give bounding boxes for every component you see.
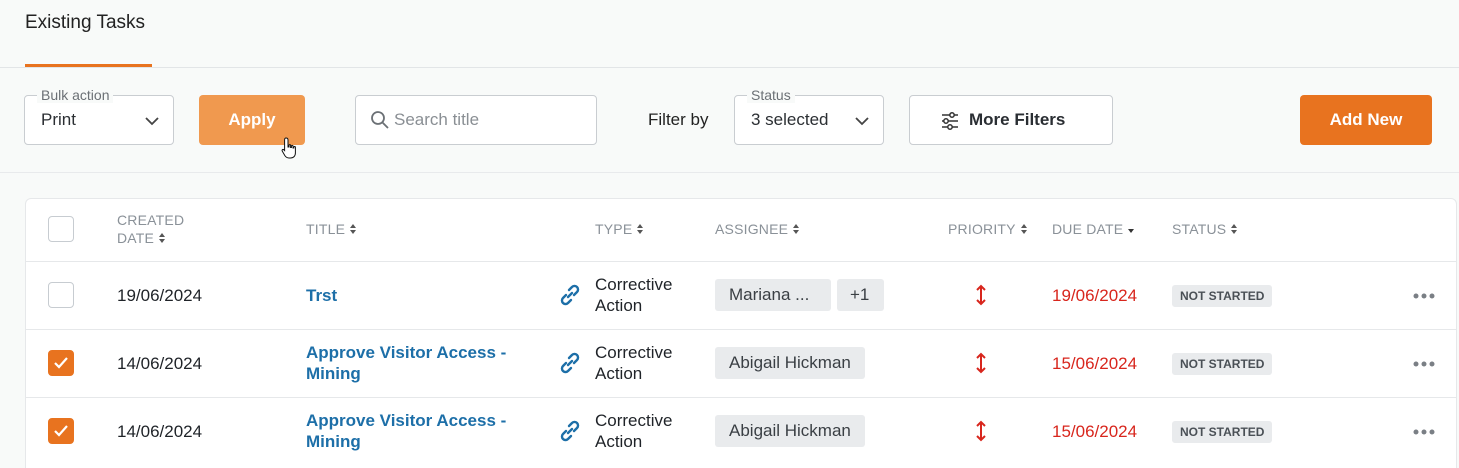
assignee-header-label: ASSIGNEE [715,221,789,237]
link-icon[interactable] [557,282,583,308]
priority-medium-icon [976,284,986,306]
assignee-chip[interactable]: Abigail Hickman [715,347,865,379]
tasks-table: CREATED DATE TITLE TYPE ASSIGNEE PRIORIT… [25,198,1457,468]
status-badge: NOT STARTED [1172,353,1273,375]
search-input[interactable] [394,108,594,132]
status-filter-label: Status [747,87,795,103]
created-date-cell: 19/06/2024 [117,286,203,305]
sort-icon [159,233,166,243]
created-date-cell: 14/06/2024 [117,354,203,373]
link-icon[interactable] [557,418,583,444]
bulk-action-label: Bulk action [37,87,114,103]
due-date-header-label: DUE DATE [1052,221,1124,237]
type-line2: Action [595,364,643,383]
more-options-icon[interactable] [1413,361,1435,367]
bulk-action-value: Print [41,110,76,129]
column-header-type[interactable]: TYPE [595,220,644,238]
tab-bar: Existing Tasks [0,0,1459,68]
select-all-checkbox[interactable] [48,216,74,242]
task-title-line1: Approve Visitor Access - [306,411,507,430]
add-new-button[interactable]: Add New [1300,95,1432,145]
sort-icon [793,224,800,234]
task-title-line2: Mining [306,432,361,451]
link-icon[interactable] [557,350,583,376]
hand-cursor-icon [281,137,296,159]
task-title-line1: Trst [306,286,338,305]
table-row[interactable]: 19/06/2024 Trst Corrective Action Marian… [26,261,1456,329]
priority-medium-icon [976,352,986,374]
type-line2: Action [595,432,643,451]
title-header-label: TITLE [306,221,346,237]
active-tab-indicator [25,64,152,67]
type-cell: Corrective Action [595,342,672,384]
column-header-created-date[interactable]: CREATED DATE [117,211,184,247]
search-icon [371,111,389,129]
chevron-down-icon [855,117,869,126]
status-header-label: STATUS [1172,221,1227,237]
sort-icon [1020,224,1027,234]
bulk-action-select[interactable]: Bulk action Print [24,87,174,145]
type-line1: Corrective [595,275,673,294]
status-filter-select[interactable]: Status 3 selected [734,87,884,145]
status-filter-value: 3 selected [751,110,829,129]
created-date-header-line2: DATE [117,230,155,246]
filter-by-label: Filter by [648,110,709,129]
priority-header-label: PRIORITY [948,221,1016,237]
more-options-icon[interactable] [1413,293,1435,299]
search-box [355,95,597,145]
table-row[interactable]: 14/06/2024 Approve Visitor Access - Mini… [26,397,1456,465]
type-line1: Corrective [595,411,673,430]
assignee-more-chip[interactable]: +1 [837,279,884,311]
tab-existing-tasks[interactable]: Existing Tasks [25,12,145,67]
created-date-header-line1: CREATED [117,212,185,228]
created-date-cell: 14/06/2024 [117,422,203,441]
more-options-icon[interactable] [1413,429,1435,435]
column-header-due-date[interactable]: DUE DATE [1052,220,1135,238]
chevron-down-icon [145,117,159,126]
column-header-status[interactable]: STATUS [1172,220,1238,238]
row-checkbox[interactable] [48,282,74,308]
task-title-link[interactable]: Approve Visitor Access - Mining [306,342,506,384]
type-header-label: TYPE [595,221,633,237]
type-line2: Action [595,296,643,315]
column-header-assignee[interactable]: ASSIGNEE [715,220,800,238]
sort-icon [350,224,357,234]
more-filters-label: More Filters [969,110,1066,129]
due-date-cell: 15/06/2024 [1052,422,1138,441]
task-title-line1: Approve Visitor Access - [306,343,507,362]
type-cell: Corrective Action [595,274,672,316]
checkmark-icon [54,425,68,437]
task-title-link[interactable]: Approve Visitor Access - Mining [306,410,506,452]
sort-icon [1231,224,1238,234]
sliders-icon [942,112,958,130]
due-date-cell: 15/06/2024 [1052,354,1138,373]
task-title-line2: Mining [306,364,361,383]
type-line1: Corrective [595,343,673,362]
row-checkbox[interactable] [48,350,74,376]
due-date-cell: 19/06/2024 [1052,286,1138,305]
assignee-chip[interactable]: Abigail Hickman [715,415,865,447]
toolbar: Bulk action Print Apply Filter by Status… [0,68,1459,173]
table-row[interactable]: 14/06/2024 Approve Visitor Access - Mini… [26,329,1456,397]
column-header-title[interactable]: TITLE [306,220,357,238]
priority-medium-icon [976,420,986,442]
assignee-chip[interactable]: Mariana ... [715,279,831,311]
status-badge: NOT STARTED [1172,421,1273,443]
row-checkbox[interactable] [48,418,74,444]
status-badge: NOT STARTED [1172,285,1273,307]
checkmark-icon [54,357,68,369]
type-cell: Corrective Action [595,410,672,452]
more-filters-button[interactable]: More Filters [909,95,1113,145]
task-title-link[interactable]: Trst [306,285,337,306]
sort-desc-icon [1128,229,1135,233]
sort-icon [637,224,644,234]
column-header-priority[interactable]: PRIORITY [948,220,1028,238]
